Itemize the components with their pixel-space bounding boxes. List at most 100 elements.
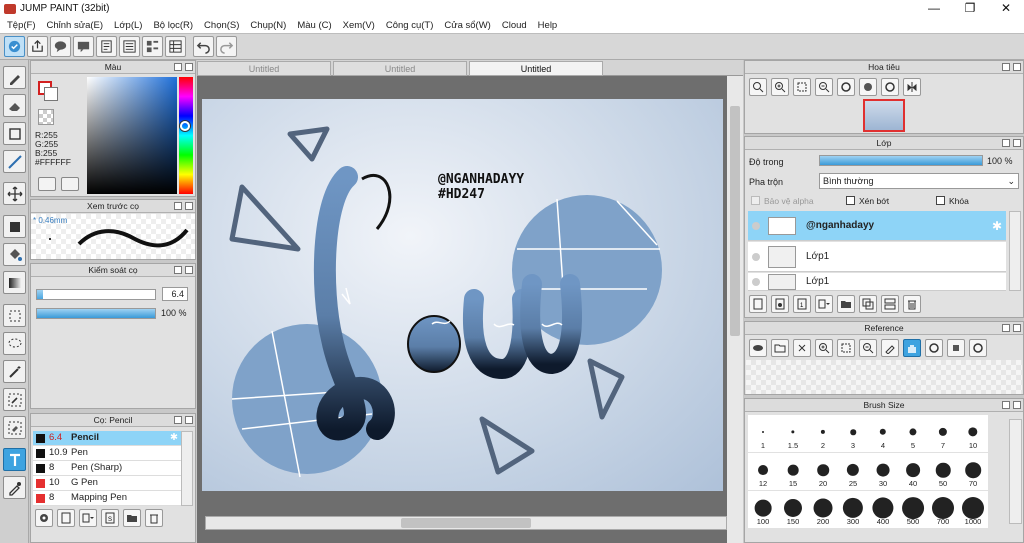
panel-detach-button[interactable] xyxy=(174,63,182,71)
brush-size-cell[interactable]: 15 xyxy=(778,453,808,490)
reference-eyedropper-button[interactable] xyxy=(881,339,899,357)
drawing-canvas[interactable]: @NGANHADAYY #HD247 xyxy=(202,99,723,491)
rotate-reset-button[interactable] xyxy=(859,78,877,96)
rotate-left-button[interactable] xyxy=(837,78,855,96)
select-pen-tool[interactable] xyxy=(3,388,26,411)
palette-button[interactable] xyxy=(38,177,56,191)
zoom-out-button[interactable] xyxy=(815,78,833,96)
panel-detach-button[interactable] xyxy=(1002,63,1010,71)
line-tool[interactable] xyxy=(3,150,26,173)
undo-button[interactable] xyxy=(193,36,214,57)
brush-list-scrollbar[interactable] xyxy=(181,431,193,506)
eyedropper-tool[interactable] xyxy=(3,476,26,499)
copy-brush-button[interactable]: S xyxy=(101,509,119,527)
panel-close-button[interactable] xyxy=(1013,324,1021,332)
layer-row[interactable]: Lớp1 xyxy=(748,273,1006,291)
horizontal-scroll-thumb[interactable] xyxy=(401,518,531,528)
brush-size-cell[interactable]: 25 xyxy=(838,453,868,490)
reference-zoom-in-button[interactable] xyxy=(815,339,833,357)
transparent-color-swatch[interactable] xyxy=(38,109,54,125)
copy-layer-button[interactable] xyxy=(771,295,789,313)
reference-zoom-out-button[interactable] xyxy=(859,339,877,357)
panel-detach-button[interactable] xyxy=(1002,324,1010,332)
layer-type-button[interactable]: 1 xyxy=(793,295,811,313)
brush-settings-button[interactable] xyxy=(35,509,53,527)
layer-folder-button[interactable] xyxy=(837,295,855,313)
delete-brush-button[interactable] xyxy=(145,509,163,527)
brush-item[interactable]: 6.4 Pencil ✱ xyxy=(33,431,181,446)
visibility-icon[interactable] xyxy=(752,252,760,261)
grid-settings-button[interactable] xyxy=(165,36,186,57)
gear-icon[interactable]: ✱ xyxy=(992,219,1002,233)
visibility-icon[interactable] xyxy=(752,221,760,230)
brush-size-cell[interactable]: 2 xyxy=(808,415,838,452)
menu-capture[interactable]: Chụp(N) xyxy=(246,20,293,31)
new-brush-button[interactable] xyxy=(57,509,75,527)
zoom-fit-button[interactable] xyxy=(749,78,767,96)
brush-size-slider[interactable] xyxy=(36,289,156,300)
brush-size-cell[interactable]: 20 xyxy=(808,453,838,490)
close-button[interactable]: ✕ xyxy=(988,0,1024,17)
menu-edit[interactable]: Chỉnh sửa(E) xyxy=(43,20,111,31)
reference-rotate-right-button[interactable] xyxy=(969,339,987,357)
blend-mode-select[interactable]: Bình thường ⌄ xyxy=(819,173,1019,189)
document-tab[interactable]: Untitled xyxy=(333,61,467,76)
layer-opacity-slider[interactable] xyxy=(819,155,983,166)
hue-handle[interactable] xyxy=(180,121,190,131)
brush-size-cell[interactable]: 400 xyxy=(868,491,898,528)
rect-select-tool[interactable] xyxy=(3,304,26,327)
saturation-value-square[interactable] xyxy=(87,77,177,194)
visibility-icon[interactable] xyxy=(752,277,760,286)
panel-detach-button[interactable] xyxy=(174,202,182,210)
brush-size-cell[interactable]: 700 xyxy=(928,491,958,528)
document-tab[interactable]: Untitled xyxy=(197,61,331,76)
menu-layer[interactable]: Lớp(L) xyxy=(110,20,149,31)
panel-detach-button[interactable] xyxy=(174,416,182,424)
brush-tool[interactable] xyxy=(3,66,26,89)
flip-button[interactable] xyxy=(903,78,921,96)
lock-checkbox[interactable] xyxy=(936,196,945,205)
brush-size-cell[interactable]: 5 xyxy=(898,415,928,452)
menu-tools[interactable]: Công cụ(T) xyxy=(382,20,441,31)
menu-window[interactable]: Cửa sổ(W) xyxy=(440,20,497,31)
brush-size-cell[interactable]: 200 xyxy=(808,491,838,528)
brush-size-cell[interactable]: 150 xyxy=(778,491,808,528)
menu-view[interactable]: Xem(V) xyxy=(339,20,382,31)
magic-wand-tool[interactable] xyxy=(3,360,26,383)
gradient-tool[interactable] xyxy=(3,271,26,294)
canvas-vertical-scrollbar[interactable] xyxy=(727,76,743,543)
merge-layer-button[interactable] xyxy=(881,295,899,313)
clip-checkbox[interactable] xyxy=(846,196,855,205)
brush-item[interactable]: 10.9 Pen xyxy=(33,446,181,461)
fill-rect-tool[interactable] xyxy=(3,215,26,238)
brush-item[interactable]: 8 Pen (Sharp) xyxy=(33,461,181,476)
brush-item[interactable]: 10 G Pen xyxy=(33,476,181,491)
delete-layer-button[interactable] xyxy=(903,295,921,313)
panel-close-button[interactable] xyxy=(185,416,193,424)
brush-size-cell[interactable]: 1000 xyxy=(958,491,988,528)
background-color-swatch[interactable] xyxy=(44,87,58,101)
panel-detach-button[interactable] xyxy=(1002,139,1010,147)
brush-size-cell[interactable]: 12 xyxy=(748,453,778,490)
panel-close-button[interactable] xyxy=(1013,63,1021,71)
move-tool[interactable] xyxy=(3,182,26,205)
brush-menu-button[interactable] xyxy=(79,509,97,527)
menu-help[interactable]: Help xyxy=(534,20,565,31)
document-button[interactable] xyxy=(96,36,117,57)
canvas-horizontal-scrollbar[interactable] xyxy=(205,516,727,530)
brush-item[interactable]: 8 Mapping Pen xyxy=(33,491,181,506)
eraser-tool[interactable] xyxy=(3,94,26,117)
menu-filter[interactable]: Bộ lọc(R) xyxy=(149,20,200,31)
brush-size-cell[interactable]: 10 xyxy=(958,415,988,452)
panel-close-button[interactable] xyxy=(1013,401,1021,409)
brush-folder-button[interactable] xyxy=(123,509,141,527)
reference-cloud-button[interactable] xyxy=(749,339,767,357)
brush-size-cell[interactable]: 3 xyxy=(838,415,868,452)
color-picker-button[interactable] xyxy=(61,177,79,191)
comment-button[interactable] xyxy=(50,36,71,57)
brush-size-cell[interactable]: 4 xyxy=(868,415,898,452)
duplicate-layer-button[interactable] xyxy=(859,295,877,313)
rotate-right-button[interactable] xyxy=(881,78,899,96)
brush-size-cell[interactable]: 100 xyxy=(748,491,778,528)
menu-file[interactable]: Tệp(F) xyxy=(3,20,43,31)
